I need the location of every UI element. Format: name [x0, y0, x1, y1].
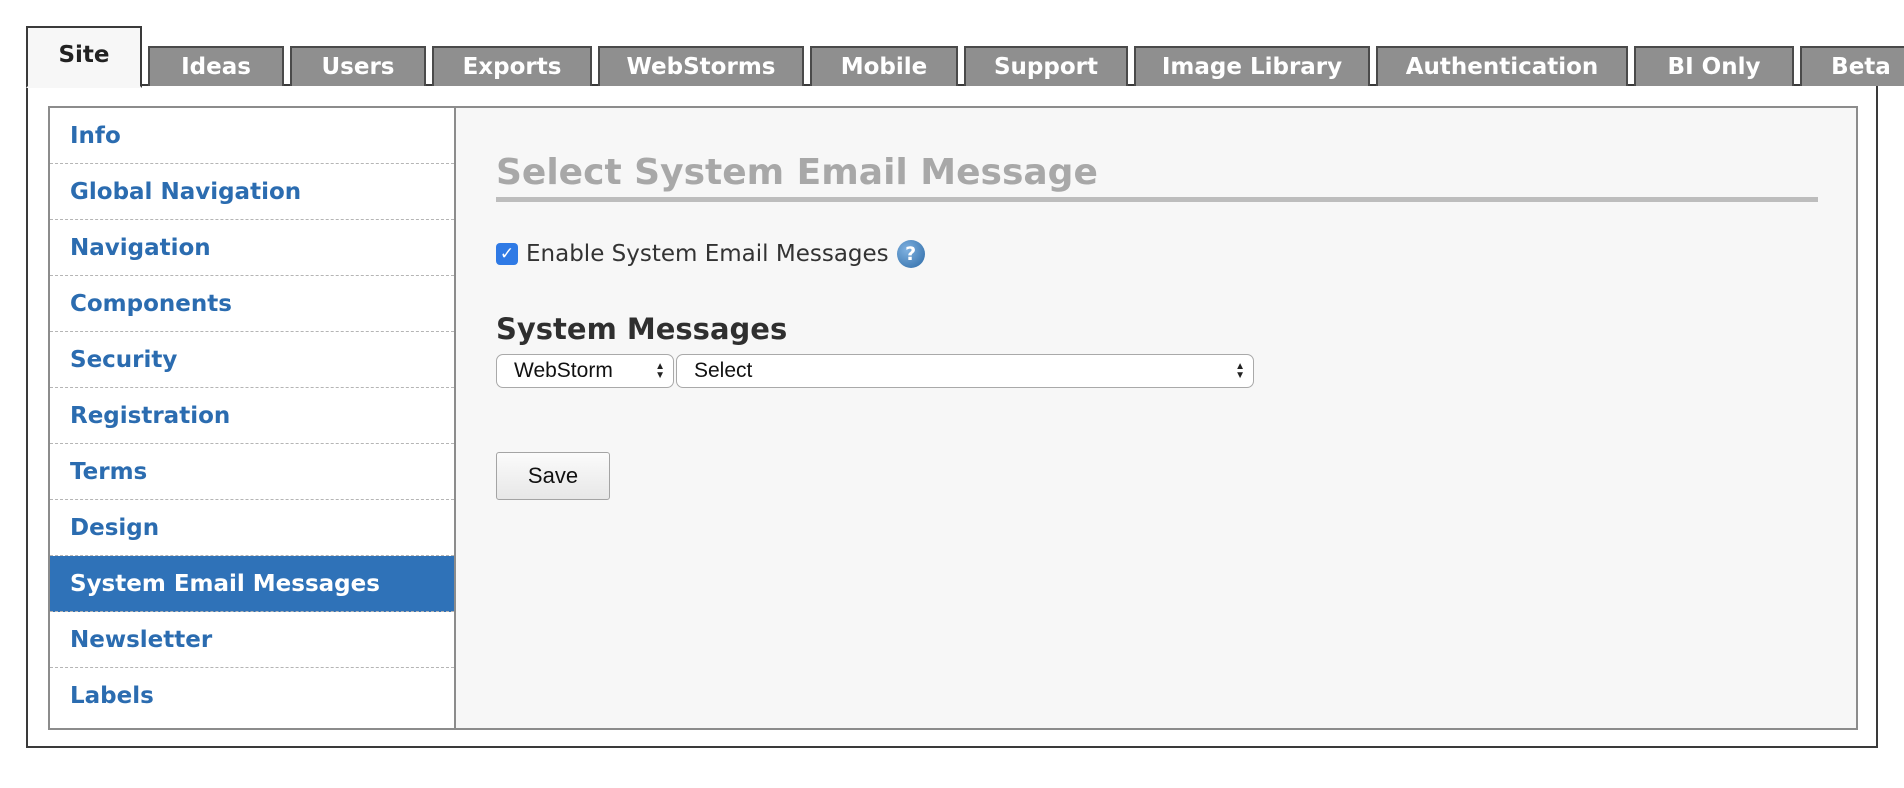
settings-panel: Info Global Navigation Navigation Compon…: [48, 106, 1858, 730]
section-title: System Messages: [496, 312, 788, 346]
sidebar-item-terms[interactable]: Terms: [50, 444, 454, 500]
tab-beta[interactable]: Beta: [1800, 46, 1904, 86]
sidebar-item-security[interactable]: Security: [50, 332, 454, 388]
save-button[interactable]: Save: [496, 452, 610, 500]
tab-bi-only[interactable]: BI Only: [1634, 46, 1794, 86]
tab-users[interactable]: Users: [290, 46, 426, 86]
sidebar-item-global-navigation[interactable]: Global Navigation: [50, 164, 454, 220]
sidebar-item-navigation[interactable]: Navigation: [50, 220, 454, 276]
tab-mobile[interactable]: Mobile: [810, 46, 958, 86]
sidebar-item-info[interactable]: Info: [50, 108, 454, 164]
help-icon[interactable]: ?: [896, 240, 925, 268]
type-select[interactable]: WebStorm ▲ ▼: [496, 354, 674, 388]
tab-support[interactable]: Support: [964, 46, 1128, 86]
main-content: Select System Email Message ✓ Enable Sys…: [496, 152, 1818, 500]
select-arrows-icon: ▲ ▼: [655, 361, 665, 381]
enable-email-label[interactable]: Enable System Email Messages: [526, 241, 889, 267]
sidebar-item-design[interactable]: Design: [50, 500, 454, 556]
tab-exports[interactable]: Exports: [432, 46, 592, 86]
message-select-value: Select: [694, 359, 753, 382]
sidebar-item-newsletter[interactable]: Newsletter: [50, 612, 454, 668]
select-arrows-icon: ▲ ▼: [1235, 361, 1245, 381]
sidebar-item-system-email-messages[interactable]: System Email Messages: [50, 556, 454, 612]
tab-image-library[interactable]: Image Library: [1134, 46, 1370, 86]
select-row: WebStorm ▲ ▼ Select ▲ ▼: [496, 354, 1818, 388]
sidebar-item-registration[interactable]: Registration: [50, 388, 454, 444]
tab-authentication[interactable]: Authentication: [1376, 46, 1628, 86]
enable-email-checkbox[interactable]: ✓: [496, 243, 518, 265]
page-title: Select System Email Message: [496, 152, 1818, 202]
check-icon: ✓: [499, 244, 515, 264]
sidebar-item-labels[interactable]: Labels: [50, 668, 454, 724]
tab-webstorms[interactable]: WebStorms: [598, 46, 804, 86]
tab-bar: Site Ideas Users Exports WebStorms Mobil…: [26, 24, 1904, 88]
sidebar-item-components[interactable]: Components: [50, 276, 454, 332]
tab-ideas[interactable]: Ideas: [148, 46, 284, 86]
sidebar: Info Global Navigation Navigation Compon…: [50, 108, 456, 728]
message-select[interactable]: Select ▲ ▼: [676, 354, 1254, 388]
type-select-value: WebStorm: [514, 359, 613, 382]
enable-row: ✓ Enable System Email Messages ?: [496, 240, 1818, 268]
tab-site[interactable]: Site: [26, 26, 142, 88]
